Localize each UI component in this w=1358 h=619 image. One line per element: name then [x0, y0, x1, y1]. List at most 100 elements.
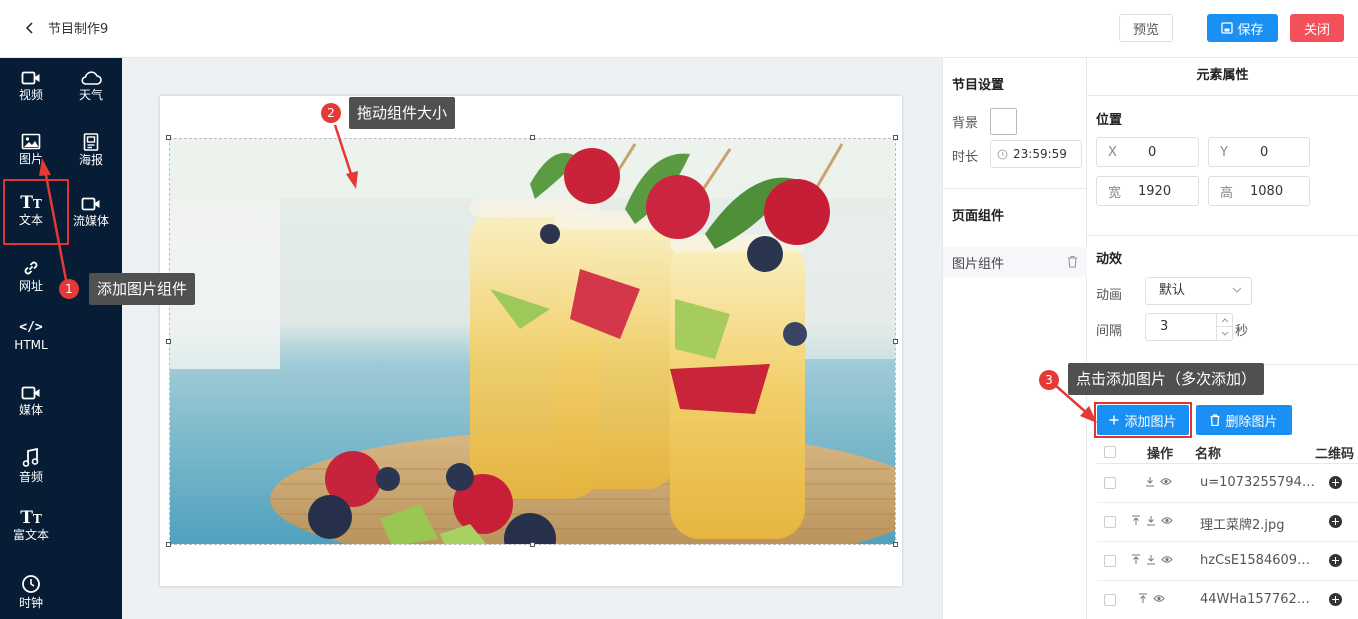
qr-add-icon[interactable] [1329, 593, 1342, 606]
row-checkbox[interactable] [1104, 555, 1116, 567]
page-title: 节目制作9 [48, 22, 109, 37]
tool-clock[interactable]: 时钟 [6, 562, 56, 618]
resize-handle-r[interactable] [893, 339, 898, 344]
save-button[interactable]: 保存 [1207, 14, 1278, 42]
tool-html[interactable]: </> HTML [6, 310, 56, 366]
tool-image[interactable]: 图片 [6, 121, 56, 177]
save-label: 保存 [1237, 22, 1264, 38]
resize-handle-l[interactable] [166, 339, 171, 344]
drinks-photo [170, 139, 895, 544]
height-label: 高 [1220, 185, 1234, 201]
eye-icon[interactable] [1161, 516, 1173, 525]
y-value: 0 [1260, 144, 1269, 160]
table-row[interactable]: 44WHa15776219... [1097, 581, 1358, 619]
stepper-down-icon[interactable] [1217, 327, 1232, 340]
tool-weather[interactable]: 天气 [66, 58, 116, 114]
table-row[interactable]: 理工菜牌2.jpg [1097, 503, 1358, 542]
poster-icon [83, 133, 99, 151]
divider [1087, 235, 1358, 236]
select-all-checkbox[interactable] [1104, 446, 1116, 458]
trash-icon [1210, 414, 1220, 426]
program-settings-title: 节目设置 [952, 78, 1005, 93]
y-field[interactable]: Y 0 [1208, 137, 1310, 167]
resize-handle-b[interactable] [530, 542, 535, 547]
y-label: Y [1220, 144, 1228, 160]
image-table-header: 操作 名称 二维码 [1097, 442, 1358, 464]
animation-select[interactable]: 默认 [1145, 277, 1252, 305]
row-checkbox[interactable] [1104, 594, 1116, 606]
back-arrow-icon[interactable] [22, 18, 38, 38]
name-header: 名称 [1195, 447, 1222, 462]
close-button[interactable]: 关闭 [1290, 14, 1344, 42]
stepper-up-icon[interactable] [1217, 314, 1232, 327]
x-value: 0 [1148, 144, 1157, 160]
program-stage [160, 96, 902, 586]
program-settings-panel: 节目设置 背景 时长 23:59:59 页面组件 图片组件 [942, 58, 1088, 619]
effects-title: 动效 [1096, 252, 1123, 267]
image-component[interactable] [169, 138, 896, 545]
canvas-area [122, 58, 942, 619]
trash-icon[interactable] [1067, 255, 1078, 268]
row-checkbox[interactable] [1104, 477, 1116, 489]
duration-input[interactable]: 23:59:59 [990, 140, 1082, 168]
image-name: hzCsE158460955... [1200, 553, 1315, 568]
video-icon [21, 71, 40, 85]
resize-handle-tr[interactable] [893, 135, 898, 140]
resize-handle-br[interactable] [893, 542, 898, 547]
delete-image-button[interactable]: 删除图片 [1196, 405, 1292, 435]
download-icon[interactable] [1145, 476, 1155, 487]
eye-icon[interactable] [1153, 594, 1165, 603]
tool-video[interactable]: 视频 [6, 58, 56, 114]
tool-url[interactable]: 网址 [6, 247, 56, 303]
step-2-badge: 2 [321, 103, 341, 123]
animation-value: 默认 [1159, 283, 1186, 298]
height-value: 1080 [1250, 183, 1284, 199]
table-row[interactable]: u=1073255794,58... [1097, 464, 1358, 503]
tool-media[interactable]: 媒体 [6, 373, 56, 429]
link-icon [24, 261, 38, 275]
component-toolbar: 视频 天气 图片 海报 TT 文本 流媒体 网址 </> HTML 媒体 音频 … [0, 58, 122, 619]
qr-add-icon[interactable] [1329, 554, 1342, 567]
delete-image-label: 删除图片 [1225, 414, 1278, 430]
page-components-title: 页面组件 [952, 209, 1005, 224]
component-item-image[interactable]: 图片组件 [943, 247, 1088, 277]
eye-icon[interactable] [1160, 477, 1172, 486]
media-icon [21, 386, 40, 400]
background-label: 背景 [952, 116, 979, 131]
step-3-badge: 3 [1039, 370, 1059, 390]
resize-handle-t[interactable] [530, 135, 535, 140]
move-top-icon[interactable] [1131, 554, 1141, 565]
duration-label: 时长 [952, 150, 979, 165]
tool-stream[interactable]: 流媒体 [66, 184, 116, 240]
interval-unit: 秒 [1235, 324, 1249, 339]
width-field[interactable]: 宽 1920 [1096, 176, 1199, 206]
qr-add-icon[interactable] [1329, 515, 1342, 528]
step-2-tooltip: 拖动组件大小 [349, 97, 456, 129]
tool-rich-text[interactable]: TT 富文本 [6, 499, 56, 555]
interval-label: 间隔 [1096, 324, 1123, 339]
eye-icon[interactable] [1161, 555, 1173, 564]
preview-button[interactable]: 预览 [1119, 14, 1173, 42]
height-field[interactable]: 高 1080 [1208, 176, 1310, 206]
resize-handle-tl[interactable] [166, 135, 171, 140]
resize-handle-bl[interactable] [166, 542, 171, 547]
ops-header: 操作 [1147, 447, 1174, 462]
component-item-label: 图片组件 [952, 256, 1005, 272]
download-icon[interactable] [1146, 515, 1156, 526]
background-color-picker[interactable] [990, 108, 1017, 135]
clock-icon [22, 575, 40, 593]
clock-icon [997, 149, 1008, 159]
image-name: 理工菜牌2.jpg [1200, 518, 1285, 533]
qr-add-icon[interactable] [1329, 476, 1342, 489]
table-row[interactable]: hzCsE158460955... [1097, 542, 1358, 581]
move-top-icon[interactable] [1131, 515, 1141, 526]
code-icon: </> [19, 320, 43, 335]
download-icon[interactable] [1146, 554, 1156, 565]
x-field[interactable]: X 0 [1096, 137, 1199, 167]
row-checkbox[interactable] [1104, 516, 1116, 528]
move-top-icon[interactable] [1138, 593, 1148, 604]
interval-stepper[interactable]: 3 [1145, 313, 1233, 341]
element-properties-title: 元素属性 [1087, 58, 1358, 96]
tool-audio[interactable]: 音频 [6, 436, 56, 492]
tool-poster[interactable]: 海报 [66, 121, 116, 177]
